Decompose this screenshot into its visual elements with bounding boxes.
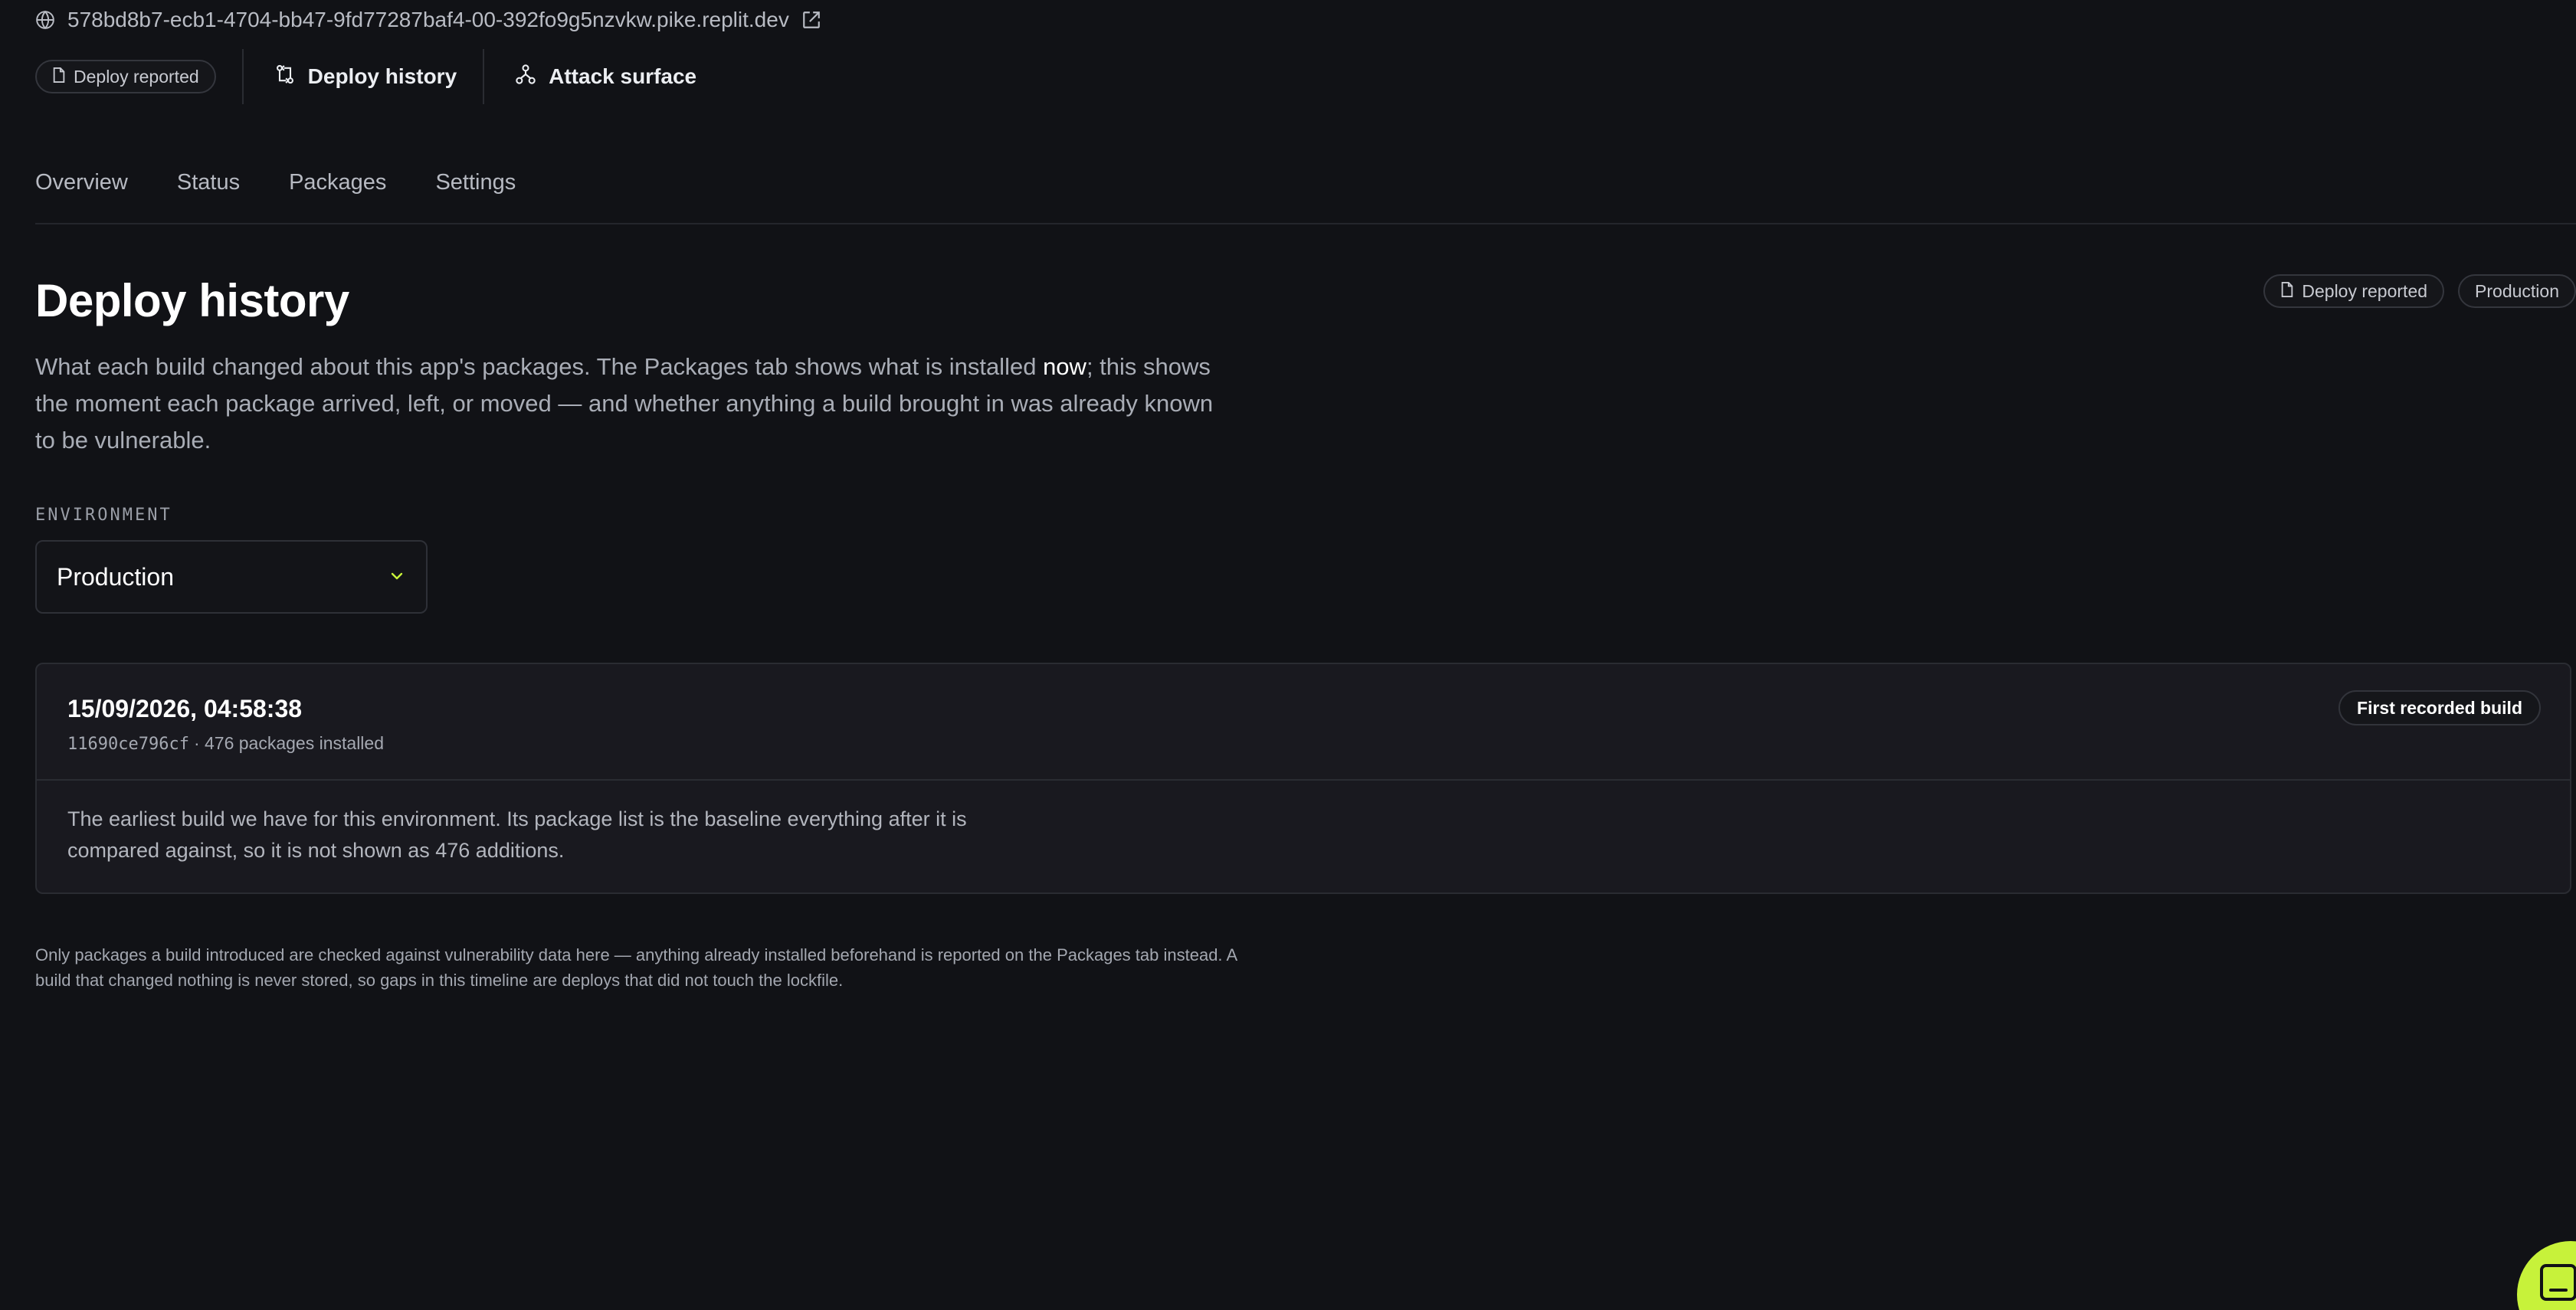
footnote: Only packages a build introduced are che… xyxy=(35,945,1237,990)
divider xyxy=(483,49,485,104)
app-url-row: 578bd8b7-ecb1-4704-bb47-9fd77287baf4-00-… xyxy=(35,8,821,32)
action-row: Deploy reported Deploy history Attack su… xyxy=(35,47,696,106)
build-card-header: 15/09/2026, 04:58:38 11690ce796cf · 476 … xyxy=(37,664,2570,781)
environment-label: ENVIRONMENT xyxy=(35,506,172,525)
description-highlight: now xyxy=(1043,353,1086,380)
deploy-reported-badge: Deploy reported xyxy=(35,60,216,93)
network-icon xyxy=(515,64,536,90)
deploy-reported-badge: Deploy reported xyxy=(2263,274,2445,308)
deploy-history-label: Deploy history xyxy=(307,64,457,88)
document-icon xyxy=(52,67,66,87)
globe-icon xyxy=(35,10,55,30)
build-commit-hash: 11690ce796cf xyxy=(67,735,189,754)
deploy-reported-label: Deploy reported xyxy=(74,66,199,87)
attack-surface-link[interactable]: Attack surface xyxy=(515,64,696,90)
git-compare-icon xyxy=(274,64,296,90)
tab-overview[interactable]: Overview xyxy=(35,170,128,195)
chat-launcher-button[interactable] xyxy=(2517,1241,2576,1310)
first-build-badge: First recorded build xyxy=(2338,690,2541,725)
attack-surface-label: Attack surface xyxy=(549,64,697,88)
description-text: What each build changed about this app's… xyxy=(35,353,1044,380)
app-url[interactable]: 578bd8b7-ecb1-4704-bb47-9fd77287baf4-00-… xyxy=(67,8,789,32)
divider xyxy=(241,49,244,104)
chat-icon xyxy=(2540,1264,2576,1301)
tab-settings[interactable]: Settings xyxy=(435,170,516,195)
build-timestamp: 15/09/2026, 04:58:38 xyxy=(67,695,303,722)
document-icon xyxy=(2280,281,2294,302)
chevron-down-icon xyxy=(388,563,406,591)
tab-bar: Overview Status Packages Settings xyxy=(35,170,516,195)
tab-packages[interactable]: Packages xyxy=(289,170,386,195)
environment-select[interactable]: Production xyxy=(35,540,428,614)
page-title: Deploy history xyxy=(35,275,349,326)
environment-badge-label: Production xyxy=(2475,280,2559,301)
tab-status[interactable]: Status xyxy=(177,170,240,195)
environment-selected-value: Production xyxy=(57,562,174,591)
deploy-history-link[interactable]: Deploy history xyxy=(274,64,457,90)
build-card: 15/09/2026, 04:58:38 11690ce796cf · 476 … xyxy=(35,663,2571,894)
deploy-reported-label: Deploy reported xyxy=(2302,280,2428,301)
build-package-count: · 476 packages installed xyxy=(193,733,385,753)
build-note: The earliest build we have for this envi… xyxy=(67,807,967,862)
environment-badge: Production xyxy=(2458,274,2576,308)
external-link-icon[interactable] xyxy=(801,10,821,30)
header-badges: Deploy reported Production xyxy=(2263,274,2576,308)
page: 578bd8b7-ecb1-4704-bb47-9fd77287baf4-00-… xyxy=(0,0,2576,1310)
page-description: What each build changed about this app's… xyxy=(35,349,1231,459)
tab-divider xyxy=(35,223,2576,224)
build-meta: 11690ce796cf · 476 packages installed xyxy=(67,733,384,754)
